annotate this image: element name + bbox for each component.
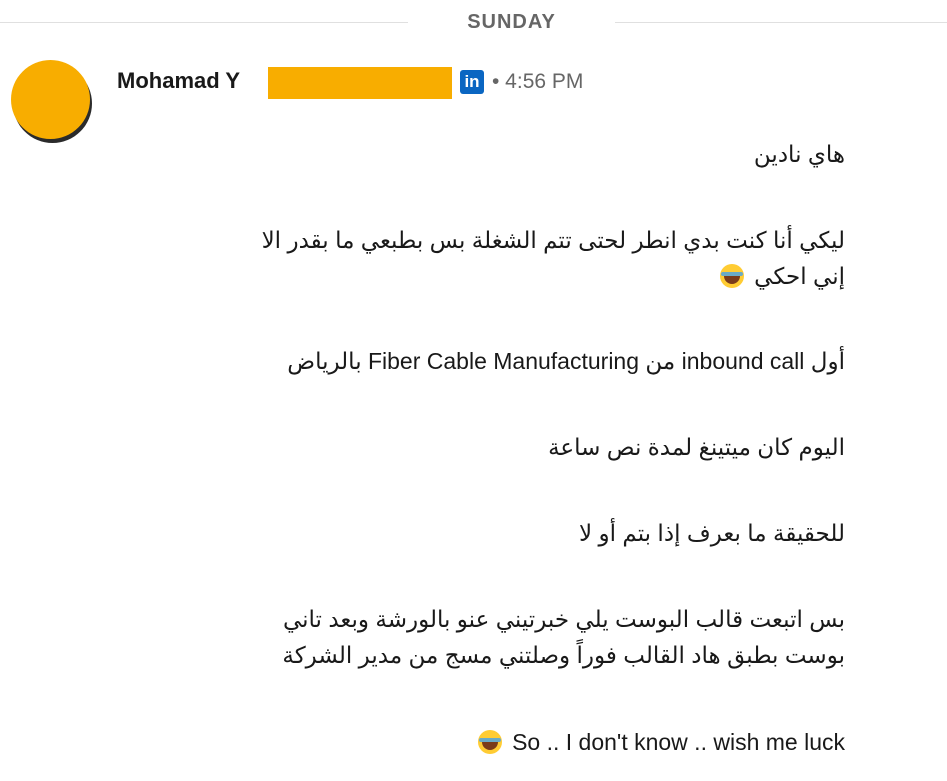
message-line: إني احكي: [716, 258, 845, 294]
message-line: So .. I don't know .. wish me luck: [474, 724, 845, 760]
conversation-pane: SUNDAY Mohamad Y in • 4:56 PM هاي نادين …: [0, 0, 947, 781]
avatar[interactable]: [11, 60, 90, 139]
message-line: اليوم كان ميتينغ لمدة نص ساعة: [548, 434, 845, 460]
message-line: هاي نادين: [753, 141, 845, 167]
laughing-emoji-icon: [719, 264, 744, 288]
day-divider: SUNDAY: [0, 0, 947, 46]
message-line: أول inbound call من Fiber Cable Manufact…: [287, 348, 845, 374]
redaction-block: [268, 67, 452, 99]
message-header: Mohamad Y in • 4:56 PM: [117, 67, 717, 99]
day-label: SUNDAY: [467, 11, 556, 33]
linkedin-icon: in: [460, 70, 484, 94]
laughing-emoji-icon: [477, 730, 502, 754]
message-timestamp: • 4:56 PM: [492, 70, 584, 93]
divider-line-right: [615, 22, 947, 23]
message-line-text: إني احكي: [754, 263, 845, 289]
sender-name[interactable]: Mohamad Y: [117, 68, 240, 94]
message-line-text: So .. I don't know .. wish me luck: [512, 729, 845, 755]
message-line: ليكي أنا كنت بدي انطر لحتى تتم الشغلة بس…: [261, 227, 845, 253]
message-line: للحقيقة ما بعرف إذا بتم أو لا: [579, 520, 845, 546]
message-line: بس اتبعت قالب البوست يلي خبرتيني عنو بال…: [282, 606, 845, 632]
message-line: بوست بطبق هاد القالب فوراً وصلتني مسج من…: [282, 642, 845, 668]
divider-line-left: [0, 22, 408, 23]
